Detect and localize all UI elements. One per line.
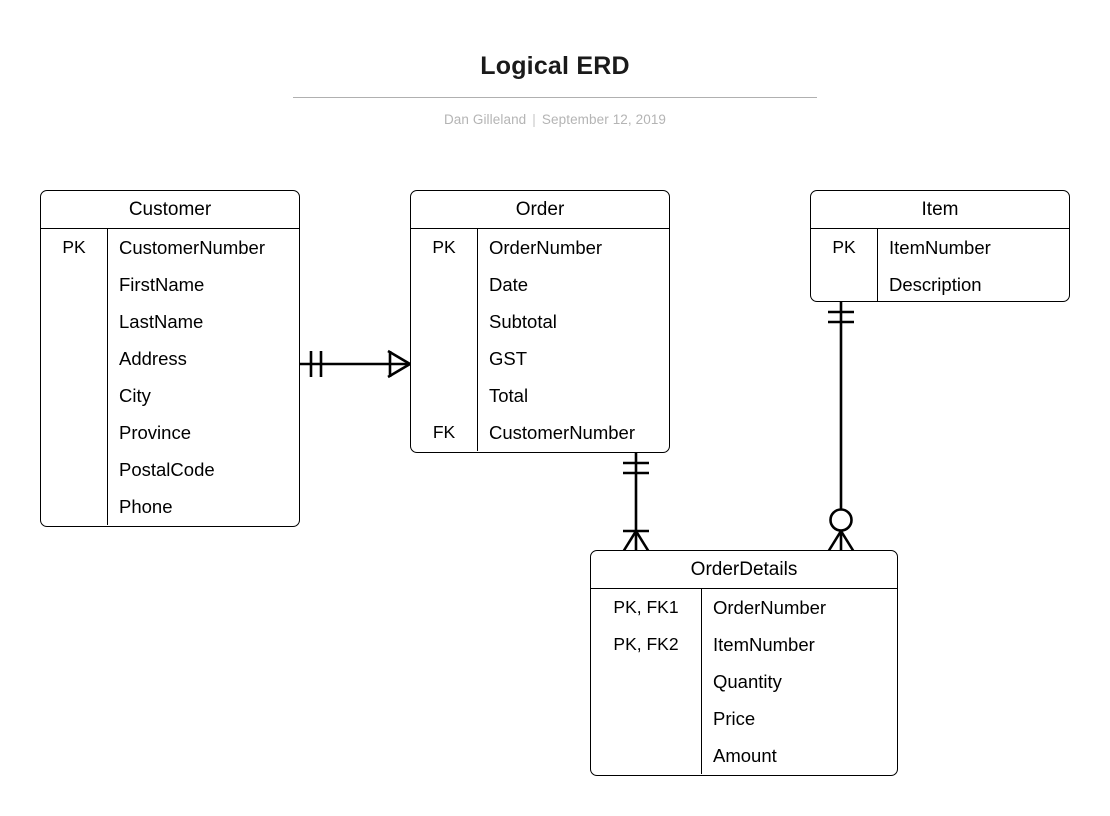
attribute-row: Phone bbox=[41, 488, 299, 525]
entity-order-key-divider bbox=[477, 229, 479, 451]
attribute-key: PK bbox=[62, 237, 86, 257]
attribute-name: OrderNumber bbox=[713, 596, 827, 618]
attribute-key: PK, FK2 bbox=[613, 634, 679, 654]
entity-customer-body: PK CustomerNumber FirstName LastName Add… bbox=[41, 229, 299, 525]
erd-diagram: Customer PK CustomerNumber FirstName Las… bbox=[0, 0, 1110, 816]
attribute-name: OrderNumber bbox=[489, 236, 603, 258]
attribute-name: Amount bbox=[713, 744, 777, 766]
attribute-name: ItemNumber bbox=[713, 633, 815, 655]
attribute-key: PK, FK1 bbox=[613, 597, 679, 617]
attribute-row: FK CustomerNumber bbox=[411, 414, 669, 451]
attribute-row: Quantity bbox=[591, 663, 897, 700]
relationship-order-orderdetails bbox=[621, 453, 651, 553]
attribute-name: Description bbox=[889, 273, 982, 295]
crowsfoot-item-od-left bbox=[826, 530, 843, 553]
attribute-name: Province bbox=[119, 421, 191, 443]
attribute-key: PK bbox=[832, 237, 856, 257]
attribute-name: GST bbox=[489, 347, 528, 369]
attribute-key: PK bbox=[432, 237, 456, 257]
attribute-row: Description bbox=[811, 266, 1069, 301]
attribute-name: Price bbox=[713, 707, 756, 729]
entity-customer-title: Customer bbox=[41, 191, 299, 229]
attribute-name: PostalCode bbox=[119, 458, 215, 480]
attribute-name: Subtotal bbox=[489, 310, 557, 332]
entity-customer-key-divider bbox=[107, 229, 109, 525]
attribute-row: FirstName bbox=[41, 266, 299, 303]
entity-order-body: PK OrderNumber Date Subtotal GST Total F… bbox=[411, 229, 669, 451]
entity-customer[interactable]: Customer PK CustomerNumber FirstName Las… bbox=[40, 190, 300, 527]
attribute-name: ItemNumber bbox=[889, 236, 991, 258]
attribute-name: LastName bbox=[119, 310, 204, 332]
entity-orderdetails-title: OrderDetails bbox=[591, 551, 897, 589]
attribute-key: FK bbox=[432, 422, 456, 442]
relationship-customer-order bbox=[300, 349, 411, 379]
attribute-row: PostalCode bbox=[41, 451, 299, 488]
entity-orderdetails[interactable]: OrderDetails PK, FK1 OrderNumber PK, FK2… bbox=[590, 550, 898, 776]
entity-item[interactable]: Item PK ItemNumber Description bbox=[810, 190, 1070, 302]
crowsfoot-od-left bbox=[621, 530, 638, 553]
entity-item-key-divider bbox=[877, 229, 879, 301]
attribute-row: Price bbox=[591, 700, 897, 737]
attribute-row: PK CustomerNumber bbox=[41, 229, 299, 266]
cardinality-optional-circle-orderdetails bbox=[829, 508, 853, 532]
attribute-name: City bbox=[119, 384, 151, 406]
attribute-row: LastName bbox=[41, 303, 299, 340]
attribute-name: Date bbox=[489, 273, 529, 295]
entity-order-title: Order bbox=[411, 191, 669, 229]
attribute-row: PK, FK2 ItemNumber bbox=[591, 626, 897, 663]
attribute-name: CustomerNumber bbox=[119, 236, 265, 258]
attribute-name: Address bbox=[119, 347, 187, 369]
attribute-row: Amount bbox=[591, 737, 897, 774]
attribute-row: PK ItemNumber bbox=[811, 229, 1069, 266]
attribute-row: PK OrderNumber bbox=[411, 229, 669, 266]
attribute-name: CustomerNumber bbox=[489, 421, 635, 443]
attribute-row: Province bbox=[41, 414, 299, 451]
crowsfoot-od-right bbox=[634, 530, 651, 553]
attribute-name: FirstName bbox=[119, 273, 205, 295]
entity-order[interactable]: Order PK OrderNumber Date Subtotal GST T… bbox=[410, 190, 670, 453]
attribute-name: Quantity bbox=[713, 670, 782, 692]
crowsfoot-order-lower bbox=[387, 362, 411, 379]
entity-orderdetails-key-divider bbox=[701, 589, 703, 774]
attribute-row: Total bbox=[411, 377, 669, 414]
attribute-row: City bbox=[41, 377, 299, 414]
entity-item-title: Item bbox=[811, 191, 1069, 229]
attribute-name: Phone bbox=[119, 495, 173, 517]
attribute-name: Total bbox=[489, 384, 529, 406]
attribute-row: GST bbox=[411, 340, 669, 377]
crowsfoot-order-upper bbox=[387, 349, 411, 366]
crowsfoot-item-od-right bbox=[839, 530, 856, 553]
relationship-item-orderdetails bbox=[826, 302, 856, 553]
attribute-row: Subtotal bbox=[411, 303, 669, 340]
entity-orderdetails-body: PK, FK1 OrderNumber PK, FK2 ItemNumber Q… bbox=[591, 589, 897, 774]
entity-item-body: PK ItemNumber Description bbox=[811, 229, 1069, 301]
attribute-row: Date bbox=[411, 266, 669, 303]
attribute-row: PK, FK1 OrderNumber bbox=[591, 589, 897, 626]
attribute-row: Address bbox=[41, 340, 299, 377]
